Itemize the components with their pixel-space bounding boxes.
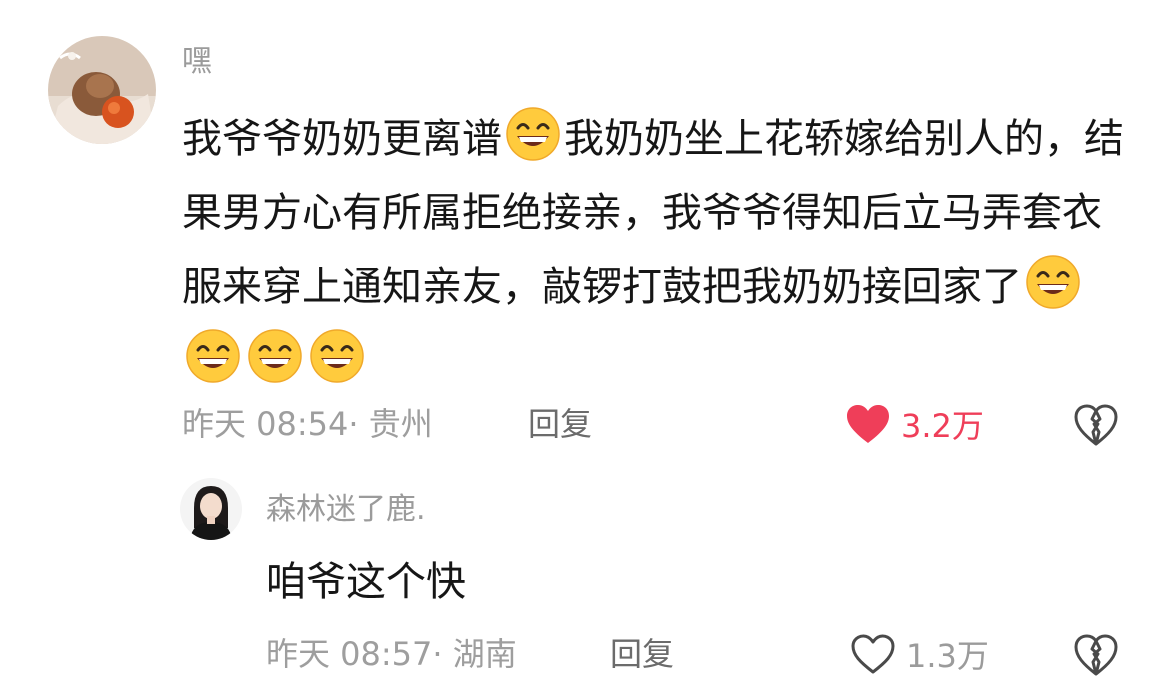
avatar[interactable] [48,36,156,144]
dislike-button[interactable] [1073,402,1119,448]
reply-reply-button[interactable]: 回复 [610,630,674,678]
comment-text: 我爷爷奶奶更离谱 我奶奶坐上花轿嫁给别人的，结果男方心有所属拒绝接亲，我爷爷得知… [182,102,1132,398]
grinning-emoji-icon [185,328,241,384]
grinning-emoji-icon [247,328,303,384]
broken-heart-icon [1074,404,1118,446]
like-count: 3.2万 [901,407,984,445]
heart-filled-icon [847,405,889,443]
comment-text-part1: 我爷爷奶奶更离谱 [182,116,502,162]
reply-like-count: 1.3万 [906,637,989,675]
reply-time: 昨天 08:57 [266,635,433,673]
grinning-emoji-icon [505,106,561,162]
broken-heart-icon [1074,634,1118,676]
avatar-photo [180,478,242,540]
grinning-emoji-icon [1025,254,1081,310]
reply-avatar[interactable] [180,478,242,540]
comment-location: · 贵州 [348,405,433,443]
like-button[interactable]: 3.2万 [845,400,984,448]
reply-location: · 湖南 [432,635,517,673]
reply-meta: 昨天 08:57· 湖南 [266,630,517,678]
reply-like-button[interactable]: 1.3万 [850,630,989,678]
reply-dislike-button[interactable] [1073,632,1119,678]
reply-text: 咱爷这个快 [266,559,466,605]
grinning-emoji-icon [309,328,365,384]
comment-time: 昨天 08:54 [182,405,349,443]
heart-outline-icon [851,634,895,674]
reply-username[interactable]: 森林迷了鹿. [266,490,426,530]
comment-meta: 昨天 08:54· 贵州 [182,400,433,448]
reply-button[interactable]: 回复 [528,400,592,448]
comment-username[interactable]: 嘿 [182,42,212,82]
avatar-photo [48,36,156,144]
